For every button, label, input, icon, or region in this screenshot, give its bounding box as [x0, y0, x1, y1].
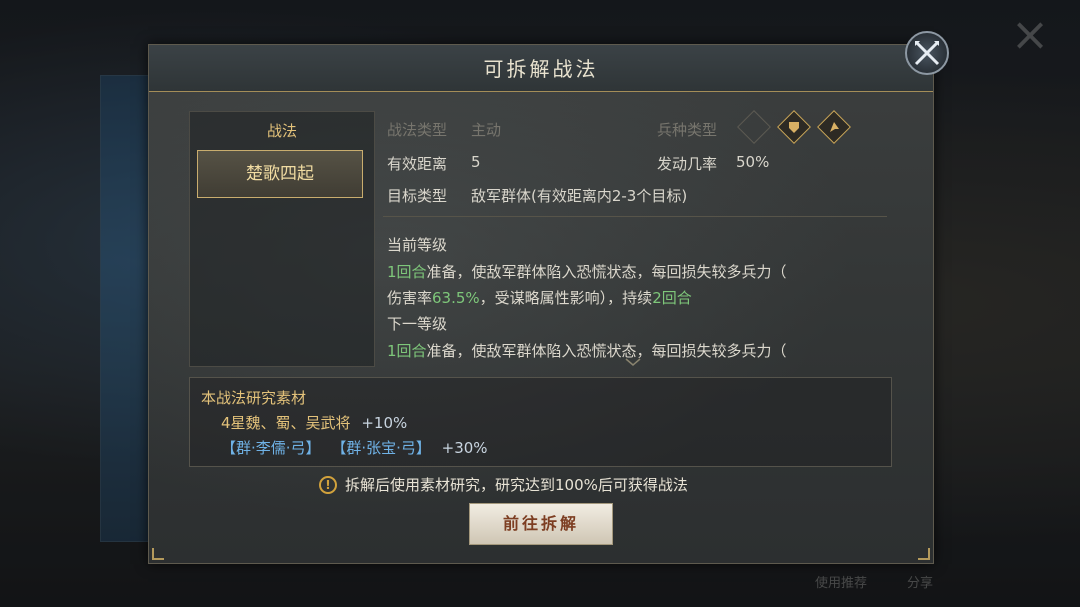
cavalry-icon — [737, 110, 771, 144]
trigger-label: 发动几率 — [657, 155, 718, 173]
current-level-line-2: 伤害率63.5%，受谋略属性影响），持续2回合 — [387, 287, 887, 308]
tactic-list-title: 战法 — [266, 122, 297, 140]
current-level-line-1: 1回合准备，使敌军群体陷入恐慌状态，每回损失较多兵力（ — [387, 261, 887, 282]
next-desc-text: 准备，使敌军群体陷入恐慌状态，每回损失较多兵力（ — [426, 342, 787, 360]
shield-glyph-icon — [789, 122, 799, 133]
range-label: 有效距离 — [387, 155, 448, 173]
materials-bonus-2: +30% — [441, 439, 488, 457]
trigger-value: 50% — [736, 153, 770, 171]
materials-general-requirement: 4星魏、蜀、吴武将 — [221, 414, 351, 432]
duration-value: 2回合 — [652, 289, 692, 307]
warning-icon: ! — [319, 475, 337, 494]
dialog-header: 可拆解战法 — [149, 45, 933, 92]
current-desc-text: 准备，使敌军群体陷入恐慌状态，每回损失较多兵力（ — [426, 263, 787, 281]
close-button[interactable] — [905, 31, 949, 75]
archer-glyph-icon — [830, 122, 839, 132]
damage-rate-label: 伤害率 — [387, 289, 433, 307]
materials-line-1: 4星魏、蜀、吴武将 +10% — [221, 412, 407, 433]
tactic-type-label: 战法类型 — [387, 121, 448, 139]
tactic-type-value: 主动 — [471, 121, 502, 139]
next-prep-rounds: 1回合 — [387, 342, 427, 360]
go-dismantle-button[interactable]: 前往拆解 — [469, 503, 613, 545]
notice: ! 拆解后使用素材研究，研究达到100%后可获得战法 — [319, 474, 688, 495]
crossed-swords-close-icon — [914, 40, 940, 66]
divider — [383, 216, 887, 217]
next-level-heading: 下一等级 — [387, 315, 448, 333]
damage-rate-value: 63.5% — [432, 289, 480, 307]
material-general-1[interactable]: 【群·李儒·弓】 — [221, 439, 321, 457]
research-materials-box: 本战法研究素材 4星魏、蜀、吴武将 +10% 【群·李儒·弓】 【群·张宝·弓】… — [189, 377, 892, 467]
scroll-down-chevron-icon[interactable] — [625, 357, 641, 367]
material-general-2[interactable]: 【群·张宝·弓】 — [331, 439, 431, 457]
troop-type-label: 兵种类型 — [657, 121, 718, 139]
dismantle-tactic-dialog: 可拆解战法 战法 楚歌四起 战法类型 主动 兵种类型 有效距离 5 发动几率 5… — [148, 44, 934, 564]
materials-bonus-1: +10% — [361, 414, 408, 432]
tactic-list-panel: 战法 楚歌四起 — [189, 111, 375, 367]
target-value: 敌军群体(有效距离内2-3个目标) — [471, 187, 688, 205]
dialog-title: 可拆解战法 — [483, 57, 599, 81]
current-prep-rounds: 1回合 — [387, 263, 427, 281]
range-value: 5 — [471, 153, 481, 171]
target-label: 目标类型 — [387, 187, 448, 205]
current-level-heading: 当前等级 — [387, 236, 448, 254]
current-desc-text-2: ，受谋略属性影响），持续 — [479, 289, 653, 307]
materials-title: 本战法研究素材 — [201, 389, 307, 407]
tactic-item-selected[interactable]: 楚歌四起 — [197, 150, 363, 198]
notice-text: 拆解后使用素材研究，研究达到100%后可获得战法 — [345, 476, 688, 494]
corner-ornament — [152, 548, 164, 560]
materials-line-2: 【群·李儒·弓】 【群·张宝·弓】 +30% — [221, 437, 488, 458]
corner-ornament — [918, 548, 930, 560]
